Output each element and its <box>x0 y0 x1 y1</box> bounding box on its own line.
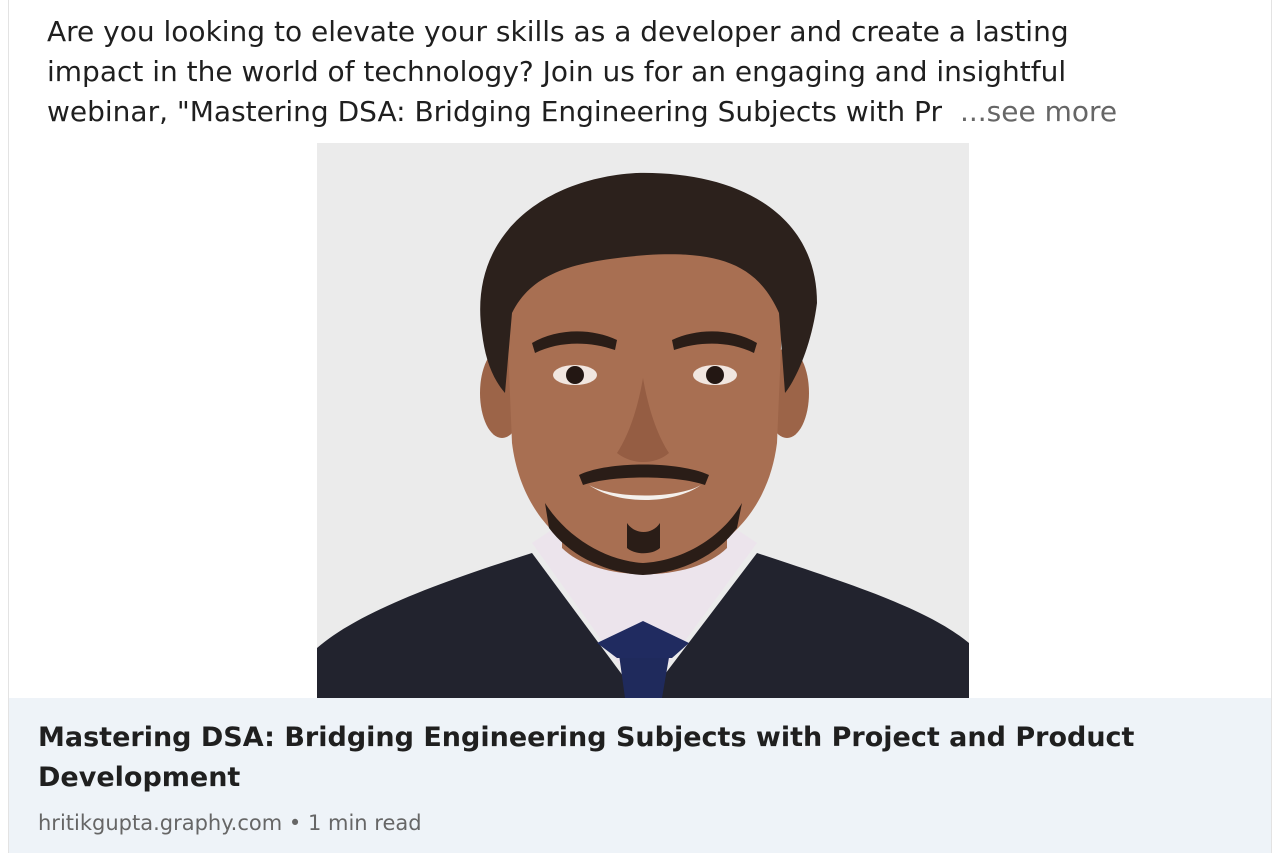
link-preview-meta: hritikgupta.graphy.com • 1 min read <box>38 809 422 837</box>
link-domain: hritikgupta.graphy.com <box>38 811 283 835</box>
see-more-link[interactable]: ...see more <box>960 95 1117 128</box>
post-text-line: webinar, "Mastering DSA: Bridging Engine… <box>47 92 1237 132</box>
post-text: Are you looking to elevate your skills a… <box>47 12 1237 132</box>
post-image[interactable] <box>317 143 969 698</box>
link-preview-title[interactable]: Mastering DSA: Bridging Engineering Subj… <box>38 718 1218 798</box>
read-time: 1 min read <box>307 811 422 835</box>
meta-separator: • <box>288 811 302 835</box>
post-text-fragment: webinar, "Mastering DSA: Bridging Engine… <box>47 95 942 128</box>
post-text-line: Are you looking to elevate your skills a… <box>47 15 1069 48</box>
portrait-photo <box>317 143 969 698</box>
link-preview[interactable]: Mastering DSA: Bridging Engineering Subj… <box>8 698 1272 853</box>
post-text-line: impact in the world of technology? Join … <box>47 55 1067 88</box>
